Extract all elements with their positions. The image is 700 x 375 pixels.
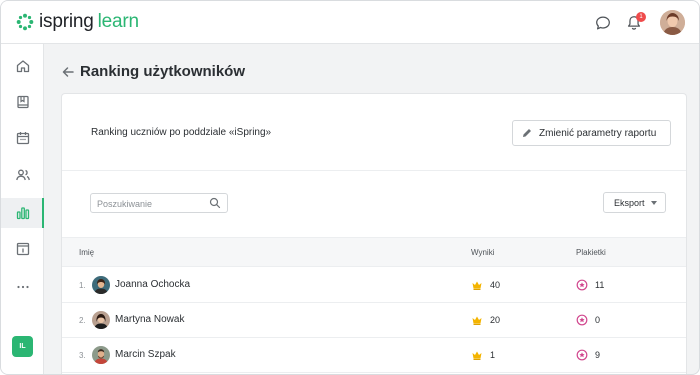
- sidebar: IL: [1, 44, 44, 374]
- sidebar-item-reports[interactable]: [1, 198, 44, 228]
- ispring-logo-icon: [16, 13, 34, 31]
- crown-icon: [472, 281, 482, 290]
- page-title: Ranking użytkowników: [80, 63, 246, 80]
- search-icon[interactable]: [209, 197, 221, 209]
- user-photo-icon: [92, 346, 110, 364]
- sidebar-item-calendar[interactable]: [1, 123, 44, 153]
- info-icon: [16, 242, 29, 256]
- change-report-params-label: Zmienić parametry raportu: [539, 127, 657, 139]
- table-header: Imię Wyniki Plakietki: [62, 237, 686, 267]
- export-label: Eksport: [614, 197, 645, 208]
- user-photo-icon: [92, 276, 110, 294]
- divider: [62, 170, 686, 171]
- row-user-name[interactable]: Joanna Ochocka: [115, 279, 190, 291]
- sidebar-item-info[interactable]: [1, 234, 44, 264]
- app-window: ispring learn 1 IL Ranking użytkowników …: [0, 0, 700, 375]
- chat-icon[interactable]: [594, 14, 612, 32]
- change-report-params-button[interactable]: Zmienić parametry raportu: [512, 120, 671, 146]
- column-header-badges[interactable]: Plakietki: [576, 248, 606, 258]
- report-description: Ranking uczniów po poddziale «iSpring»: [91, 127, 272, 138]
- badge-medal-icon: [576, 349, 588, 361]
- brand-name: ispring: [39, 11, 94, 32]
- column-header-score[interactable]: Wyniki: [471, 248, 494, 258]
- row-rank: 1.: [79, 281, 86, 290]
- column-header-name[interactable]: Imię: [79, 248, 94, 258]
- sidebar-item-courses[interactable]: [1, 87, 44, 117]
- row-user-name[interactable]: Martyna Nowak: [115, 314, 184, 326]
- row-avatar: [92, 311, 110, 329]
- pencil-icon: [523, 129, 531, 137]
- top-header: ispring learn 1: [1, 1, 699, 44]
- notification-badge: 1: [636, 12, 646, 22]
- report-card: Ranking uczniów po poddziale «iSpring» Z…: [61, 93, 687, 374]
- export-dropdown-button[interactable]: Eksport: [603, 192, 666, 213]
- brand-product: learn: [97, 11, 139, 32]
- user-photo-icon: [92, 311, 110, 329]
- row-score: 1: [490, 350, 496, 360]
- row-avatar: [92, 346, 110, 364]
- badge-medal-icon: [576, 279, 588, 291]
- row-avatar: [92, 276, 110, 294]
- reports-icon: [16, 207, 29, 220]
- home-icon: [16, 60, 29, 73]
- badge-medal-icon: [576, 314, 588, 326]
- user-avatar[interactable]: [660, 10, 685, 35]
- caret-down-icon: [651, 201, 657, 205]
- table-row[interactable]: 3. Marcin Szpak 1 9: [62, 338, 686, 373]
- row-badges-count: 11: [595, 280, 605, 290]
- search-box[interactable]: [90, 193, 228, 213]
- table-row[interactable]: 2. Martyna Nowak 20 0: [62, 303, 686, 338]
- book-icon: [16, 95, 29, 109]
- row-rank: 3.: [79, 351, 86, 360]
- more-icon: [16, 285, 29, 289]
- row-score: 40: [490, 280, 501, 290]
- crown-icon: [472, 316, 482, 325]
- calendar-icon: [16, 132, 29, 145]
- row-user-name[interactable]: Marcin Szpak: [115, 349, 176, 361]
- search-input[interactable]: [97, 196, 207, 211]
- row-badges-count: 9: [595, 350, 601, 360]
- row-rank: 2.: [79, 316, 86, 325]
- row-badges-count: 0: [595, 315, 601, 325]
- ispring-learn-logo[interactable]: ispring learn: [16, 11, 139, 33]
- crown-icon: [472, 351, 482, 360]
- user-photo-icon: [660, 10, 685, 35]
- users-icon: [15, 169, 30, 181]
- sidebar-item-users[interactable]: [1, 160, 44, 190]
- sidebar-item-more[interactable]: [1, 272, 44, 302]
- row-score: 20: [490, 315, 501, 325]
- back-arrow-icon[interactable]: [61, 65, 75, 79]
- table-row[interactable]: 1. Joanna Ochocka 40 11: [62, 268, 686, 303]
- current-user-initials[interactable]: IL: [12, 336, 33, 357]
- sidebar-item-home[interactable]: [1, 51, 44, 81]
